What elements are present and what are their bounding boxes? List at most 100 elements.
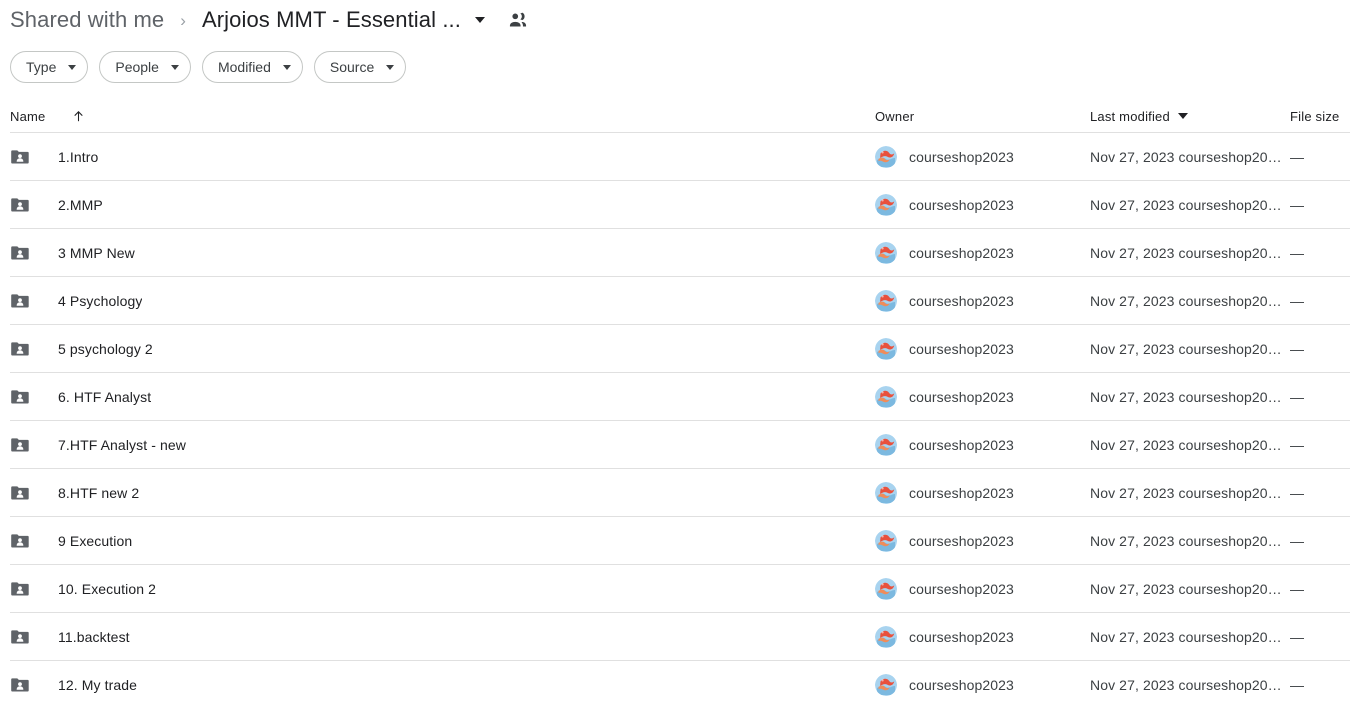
filter-chip-source-label: Source (329, 59, 375, 75)
arrow-up-icon (71, 109, 86, 124)
row-file-size-cell: — (1290, 581, 1350, 597)
filter-chip-source[interactable]: Source (313, 51, 407, 83)
avatar (875, 434, 897, 456)
row-name-cell: 7.HTF Analyst - new (0, 435, 875, 455)
row-name-cell: 3 MMP New (0, 243, 875, 263)
table-row[interactable]: 10. Execution 2 courseshop2023 Nov 27, 2… (0, 565, 1360, 613)
row-owner-name: courseshop2023 (909, 341, 1014, 357)
people-shared-icon[interactable] (507, 9, 529, 31)
filter-chip-people[interactable]: People (99, 51, 191, 83)
row-file-size-text: — (1290, 149, 1304, 165)
row-owner-name: courseshop2023 (909, 245, 1014, 261)
row-file-name: 9 Execution (58, 533, 133, 549)
filter-chip-type[interactable]: Type (10, 51, 89, 83)
chevron-down-icon (386, 64, 395, 70)
table-row[interactable]: 9 Execution courseshop2023 Nov 27, 2023 … (0, 517, 1360, 565)
row-file-name: 4 Psychology (58, 293, 143, 309)
table-row[interactable]: 8.HTF new 2 courseshop2023 Nov 27, 2023 … (0, 469, 1360, 517)
table-row[interactable]: 7.HTF Analyst - new courseshop2023 Nov 2… (0, 421, 1360, 469)
row-owner-cell: courseshop2023 (875, 242, 1090, 264)
table-row[interactable]: 1.Intro courseshop2023 Nov 27, 2023 cour… (0, 133, 1360, 181)
avatar (875, 242, 897, 264)
avatar (875, 578, 897, 600)
row-file-name: 6. HTF Analyst (58, 389, 152, 405)
shared-folder-icon (10, 243, 30, 263)
shared-folder-icon (10, 339, 30, 359)
file-list-table: Name Owner Last modified File size 1.Int… (0, 101, 1360, 709)
filter-chip-type-label: Type (26, 59, 57, 75)
row-name-cell: 9 Execution (0, 531, 875, 551)
table-row[interactable]: 4 Psychology courseshop2023 Nov 27, 2023… (0, 277, 1360, 325)
row-last-modified-text: Nov 27, 2023 courseshop20… (1090, 437, 1282, 453)
row-file-size-text: — (1290, 485, 1304, 501)
row-file-size-cell: — (1290, 341, 1350, 357)
avatar (875, 626, 897, 648)
filter-chip-people-label: People (115, 59, 159, 75)
avatar (875, 194, 897, 216)
row-file-size-text: — (1290, 533, 1304, 549)
row-owner-name: courseshop2023 (909, 485, 1014, 501)
row-file-size-text: — (1290, 389, 1304, 405)
chevron-down-icon (1177, 113, 1188, 119)
table-row[interactable]: 2.MMP courseshop2023 Nov 27, 2023 course… (0, 181, 1360, 229)
table-header-row: Name Owner Last modified File size (0, 101, 1360, 133)
breadcrumb-parent-shared-with-me[interactable]: Shared with me (10, 7, 164, 33)
chevron-down-icon[interactable] (474, 17, 485, 23)
row-last-modified-text: Nov 27, 2023 courseshop20… (1090, 389, 1282, 405)
table-row[interactable]: 5 psychology 2 courseshop2023 Nov 27, 20… (0, 325, 1360, 373)
row-last-modified-text: Nov 27, 2023 courseshop20… (1090, 245, 1282, 261)
row-owner-cell: courseshop2023 (875, 386, 1090, 408)
row-file-size-text: — (1290, 677, 1304, 693)
row-owner-cell: courseshop2023 (875, 338, 1090, 360)
row-owner-cell: courseshop2023 (875, 482, 1090, 504)
table-row[interactable]: 6. HTF Analyst courseshop2023 Nov 27, 20… (0, 373, 1360, 421)
row-file-size-cell: — (1290, 389, 1350, 405)
column-header-owner[interactable]: Owner (875, 109, 1090, 124)
row-last-modified-cell: Nov 27, 2023 courseshop20… (1090, 293, 1290, 309)
column-header-last-modified-label: Last modified (1090, 108, 1170, 124)
row-file-size-cell: — (1290, 245, 1350, 261)
table-row[interactable]: 11.backtest courseshop2023 Nov 27, 2023 … (0, 613, 1360, 661)
row-file-name: 5 psychology 2 (58, 341, 153, 357)
row-owner-name: courseshop2023 (909, 533, 1014, 549)
row-file-size-cell: — (1290, 293, 1350, 309)
row-last-modified-cell: Nov 27, 2023 courseshop20… (1090, 389, 1290, 405)
row-last-modified-cell: Nov 27, 2023 courseshop20… (1090, 341, 1290, 357)
row-file-size-text: — (1290, 245, 1304, 261)
table-row[interactable]: 3 MMP New courseshop2023 Nov 27, 2023 co… (0, 229, 1360, 277)
row-name-cell: 4 Psychology (0, 291, 875, 311)
avatar (875, 146, 897, 168)
column-header-name-label: Name (10, 108, 46, 124)
row-owner-cell: courseshop2023 (875, 626, 1090, 648)
row-file-size-cell: — (1290, 485, 1350, 501)
row-owner-name: courseshop2023 (909, 581, 1014, 597)
shared-folder-icon (10, 483, 30, 503)
row-owner-name: courseshop2023 (909, 437, 1014, 453)
row-name-cell: 1.Intro (0, 147, 875, 167)
filter-chip-modified[interactable]: Modified (201, 51, 303, 83)
row-file-size-cell: — (1290, 677, 1350, 693)
shared-folder-icon (10, 147, 30, 167)
row-file-name: 3 MMP New (58, 245, 135, 261)
row-file-name: 2.MMP (58, 197, 103, 213)
shared-folder-icon (10, 675, 30, 695)
row-file-size-cell: — (1290, 149, 1350, 165)
column-header-owner-label: Owner (875, 108, 915, 124)
row-owner-cell: courseshop2023 (875, 578, 1090, 600)
avatar (875, 338, 897, 360)
column-header-file-size[interactable]: File size (1290, 109, 1350, 124)
shared-folder-icon (10, 195, 30, 215)
column-header-name[interactable]: Name (0, 109, 875, 124)
row-last-modified-text: Nov 27, 2023 courseshop20… (1090, 533, 1282, 549)
breadcrumb-separator-icon: › (180, 10, 186, 30)
column-header-last-modified[interactable]: Last modified (1090, 109, 1290, 124)
table-row[interactable]: 12. My trade courseshop2023 Nov 27, 2023… (0, 661, 1360, 709)
avatar (875, 674, 897, 696)
row-name-cell: 6. HTF Analyst (0, 387, 875, 407)
row-last-modified-text: Nov 27, 2023 courseshop20… (1090, 581, 1282, 597)
breadcrumb-current-folder[interactable]: Arjoios MMT - Essential ... (202, 7, 461, 33)
row-file-size-cell: — (1290, 533, 1350, 549)
shared-folder-icon (10, 387, 30, 407)
filter-chip-modified-label: Modified (217, 59, 271, 75)
row-last-modified-text: Nov 27, 2023 courseshop20… (1090, 629, 1282, 645)
